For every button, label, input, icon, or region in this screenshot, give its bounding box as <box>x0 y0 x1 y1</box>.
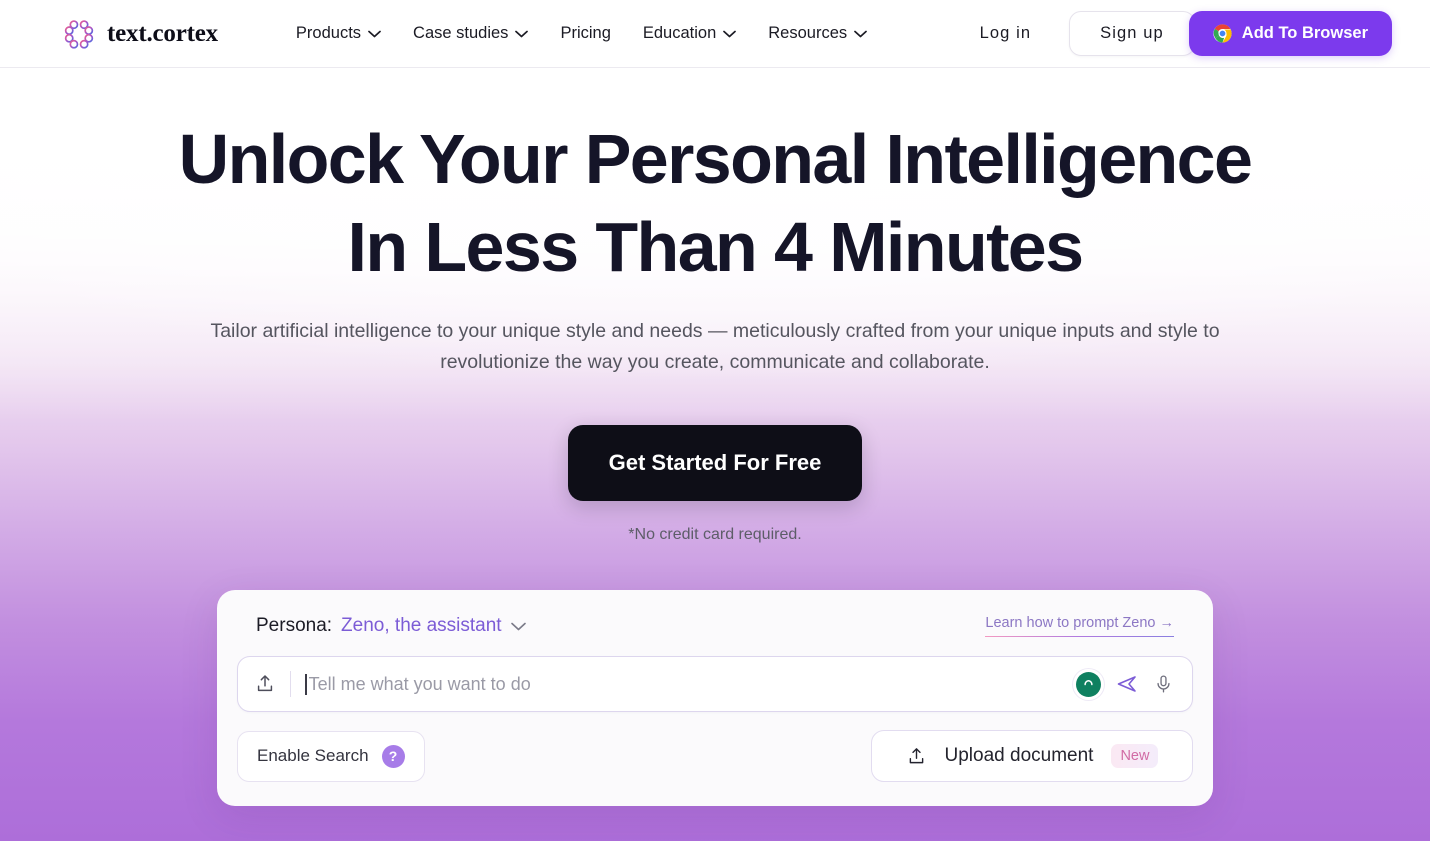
smile-arc-icon <box>1084 679 1093 686</box>
nav-label: Resources <box>768 24 848 42</box>
page-title: Unlock Your Personal Intelligence In Les… <box>0 124 1430 282</box>
brand-name: text.cortex <box>107 19 218 47</box>
upload-document-label: Upload document <box>944 745 1094 767</box>
chevron-down-icon <box>368 30 381 37</box>
upload-icon <box>909 748 923 764</box>
site-header: text.cortex Products Case studies Pricin… <box>0 0 1430 68</box>
learn-prompt-link[interactable]: Learn how to prompt Zeno → <box>985 615 1174 638</box>
nav-item-products[interactable]: Products <box>280 16 397 51</box>
chevron-down-icon <box>723 30 737 37</box>
upload-document-button[interactable]: Upload document New <box>871 730 1193 783</box>
chrome-icon <box>1213 24 1232 43</box>
headline-line-2: In Less Than 4 Minutes <box>347 208 1085 286</box>
send-icon[interactable] <box>1115 672 1139 696</box>
persona-label: Persona: <box>256 615 333 637</box>
prompt-card-footer: Enable Search ? Upload document New <box>237 730 1193 783</box>
login-button[interactable]: Log in <box>958 14 1054 53</box>
cta-note: *No credit card required. <box>628 526 802 544</box>
hero-subtitle: Tailor artificial intelligence to your u… <box>210 320 1220 374</box>
nav-item-case-studies[interactable]: Case studies <box>397 16 544 51</box>
input-actions <box>1076 671 1178 697</box>
prompt-card-header: Persona: Zeno, the assistant Learn how t… <box>237 615 1193 638</box>
microphone-icon[interactable] <box>1153 673 1174 695</box>
chevron-down-icon[interactable] <box>510 622 526 631</box>
nav-label: Education <box>642 24 717 42</box>
prompt-card: Persona: Zeno, the assistant Learn how t… <box>217 590 1213 807</box>
header-actions: Log in Sign up Add To Browser <box>958 11 1392 56</box>
headline-line-1: Unlock Your Personal Intelligence <box>178 120 1253 198</box>
brain-flower-logo-icon <box>64 19 94 49</box>
zeno-avatar-icon[interactable] <box>1076 671 1101 697</box>
nav-label: Pricing <box>560 24 611 42</box>
add-to-browser-button[interactable]: Add To Browser <box>1188 11 1392 56</box>
persona-value[interactable]: Zeno, the assistant <box>341 615 502 637</box>
chevron-down-icon <box>854 30 867 37</box>
enable-search-label: Enable Search <box>257 746 369 766</box>
enable-search-toggle[interactable]: Enable Search ? <box>237 730 425 782</box>
text-caret <box>305 673 307 695</box>
persona-selector[interactable]: Persona: Zeno, the assistant <box>256 615 526 637</box>
nav-label: Case studies <box>413 24 509 42</box>
signup-button[interactable]: Sign up <box>1069 11 1195 56</box>
get-started-button[interactable]: Get Started For Free <box>567 425 863 502</box>
input-divider <box>290 671 291 698</box>
upload-icon[interactable] <box>254 673 276 695</box>
page-root: text.cortex Products Case studies Pricin… <box>0 0 1430 841</box>
nav-label: Products <box>295 24 362 42</box>
brand-logo-link[interactable]: text.cortex <box>62 17 218 51</box>
hero-section: Unlock Your Personal Intelligence In Les… <box>0 124 1430 544</box>
main-nav: Products Case studies Pricing Education … <box>280 16 883 51</box>
hero-cta-wrap: Get Started For Free *No credit card req… <box>0 425 1430 544</box>
prompt-input[interactable]: Tell me what you want to do <box>309 674 1076 695</box>
nav-item-resources[interactable]: Resources <box>752 16 883 51</box>
help-icon[interactable]: ? <box>381 744 405 768</box>
new-badge: New <box>1111 744 1159 769</box>
add-to-browser-label: Add To Browser <box>1241 24 1368 42</box>
nav-item-education[interactable]: Education <box>627 16 752 51</box>
chevron-down-icon <box>515 30 529 37</box>
nav-item-pricing[interactable]: Pricing <box>544 16 626 51</box>
prompt-input-row[interactable]: Tell me what you want to do <box>237 656 1193 713</box>
